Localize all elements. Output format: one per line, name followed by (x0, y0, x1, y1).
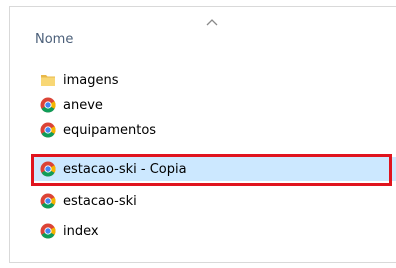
list-item-aneve[interactable]: aneve (33, 93, 396, 117)
chrome-icon (40, 122, 56, 138)
list-item-label: index (63, 223, 99, 239)
list-item-label: estacao-ski (63, 193, 137, 209)
list-item-label: imagens (63, 72, 119, 88)
highlight-annotation (31, 154, 392, 186)
list-item-label: aneve (63, 97, 103, 113)
list-item-label: equipamentos (63, 122, 157, 138)
list-item-estacao-ski[interactable]: estacao-ski (33, 189, 396, 213)
list-item-equipamentos[interactable]: equipamentos (33, 118, 396, 142)
column-header-name[interactable]: Nome (35, 32, 73, 47)
folder-icon (41, 75, 55, 86)
chrome-icon (40, 193, 56, 209)
chrome-icon (40, 97, 56, 113)
chrome-icon (40, 223, 56, 239)
chevron-up-icon[interactable] (206, 18, 218, 26)
list-item-index[interactable]: index (33, 219, 396, 243)
list-item-imagens[interactable]: imagens (33, 68, 396, 92)
